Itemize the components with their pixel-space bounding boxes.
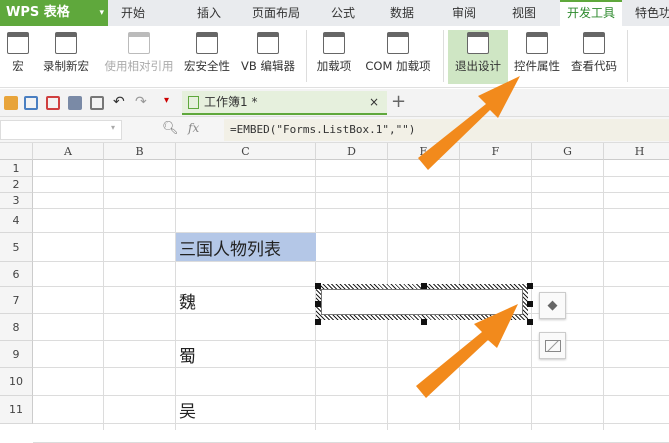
arrow-to-listbox <box>416 304 518 398</box>
annotation-arrows <box>416 76 520 398</box>
arrow-to-control-properties <box>418 76 520 170</box>
